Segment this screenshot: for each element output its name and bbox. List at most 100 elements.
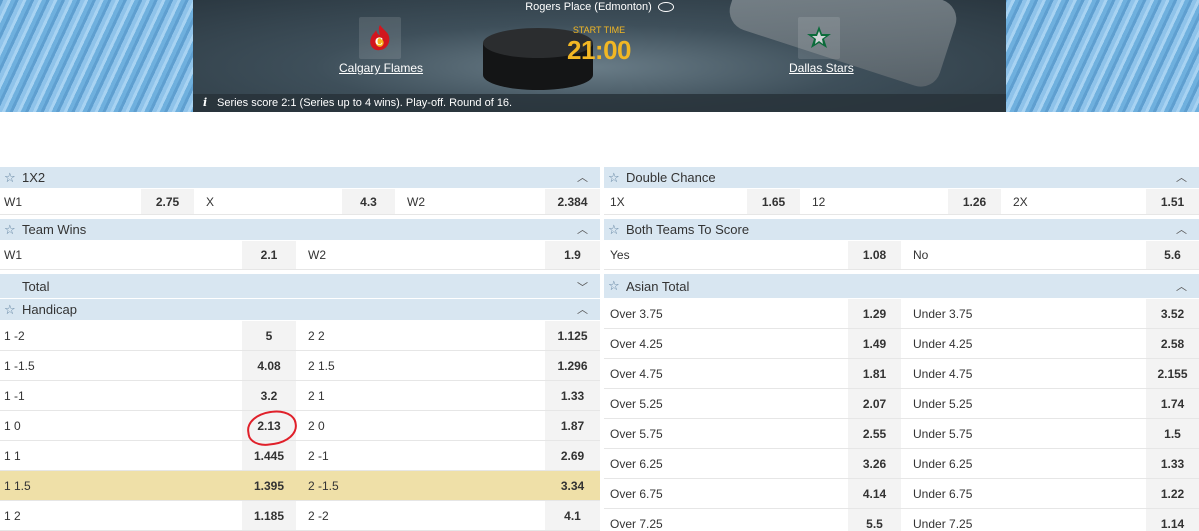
bet-label[interactable]: 2X — [1001, 189, 1146, 214]
odds-cell[interactable]: 4.1 — [545, 501, 600, 530]
bet-label[interactable]: 1 2 — [0, 501, 242, 530]
odds-cell[interactable]: 1.5 — [1146, 419, 1199, 448]
market-header-double-chance[interactable]: ☆ Double Chance ︿ — [604, 167, 1199, 189]
odds-cell[interactable]: 5 — [242, 321, 296, 350]
bet-label[interactable]: 2 1.5 — [296, 351, 545, 380]
market-header-team-wins[interactable]: ☆ Team Wins ︿ — [0, 219, 600, 241]
bet-label[interactable]: 2 1 — [296, 381, 545, 410]
away-team-name[interactable]: Dallas Stars — [789, 61, 854, 75]
odds-cell[interactable]: 1.185 — [242, 501, 296, 530]
bet-label[interactable]: Over 3.75 — [604, 299, 848, 328]
bet-label[interactable]: Under 7.25 — [901, 509, 1146, 531]
bet-label[interactable]: 1 1 — [0, 441, 242, 470]
bet-label[interactable]: Under 3.75 — [901, 299, 1146, 328]
odds-cell[interactable]: 4.08 — [242, 351, 296, 380]
odds-cell[interactable]: 1.51 — [1146, 189, 1199, 214]
market-header-total[interactable]: Total ﹀ — [0, 274, 600, 299]
odds-cell[interactable]: 1.08 — [848, 241, 901, 269]
star-icon[interactable]: ☆ — [608, 170, 620, 186]
odds-cell[interactable]: 1.9 — [545, 241, 600, 269]
bet-label[interactable]: 1 1.5 — [0, 471, 242, 500]
chevron-down-icon[interactable]: ﹀ — [577, 279, 588, 295]
odds-cell[interactable]: 1.87 — [545, 411, 600, 440]
odds-cell[interactable]: 1.49 — [848, 329, 901, 358]
bet-label[interactable]: Over 5.25 — [604, 389, 848, 418]
bet-label[interactable]: Over 4.25 — [604, 329, 848, 358]
bet-label[interactable]: Yes — [604, 241, 848, 269]
bet-label[interactable]: No — [901, 241, 1146, 269]
market-header-handicap[interactable]: ☆ Handicap ︿ — [0, 299, 600, 321]
chevron-up-icon[interactable]: ︿ — [577, 169, 588, 185]
chevron-up-icon[interactable]: ︿ — [1176, 278, 1187, 294]
star-icon[interactable]: ☆ — [608, 222, 620, 238]
odds-cell[interactable]: 1.33 — [545, 381, 600, 410]
bet-label[interactable]: Under 5.75 — [901, 419, 1146, 448]
odds-cell[interactable]: 1.81 — [848, 359, 901, 388]
bet-label[interactable]: X — [194, 189, 342, 214]
market-header-1x2[interactable]: ☆ 1X2 ︿ — [0, 167, 600, 189]
odds-cell[interactable]: 1.14 — [1146, 509, 1199, 531]
bet-label[interactable]: Over 7.25 — [604, 509, 848, 531]
odds-cell[interactable]: 2.384 — [545, 189, 600, 214]
odds-cell[interactable]: 1.26 — [948, 189, 1001, 214]
bet-label[interactable]: 1 -2 — [0, 321, 242, 350]
odds-cell[interactable]: 2.58 — [1146, 329, 1199, 358]
odds-cell[interactable]: 2.1 — [242, 241, 296, 269]
bet-label[interactable]: W1 — [0, 189, 141, 214]
odds-cell[interactable]: 1.395 — [242, 471, 296, 500]
bet-label[interactable]: Under 5.25 — [901, 389, 1146, 418]
bet-label[interactable]: Under 4.25 — [901, 329, 1146, 358]
bet-label[interactable]: 1X — [604, 189, 747, 214]
star-icon[interactable]: ☆ — [4, 170, 16, 186]
odds-cell[interactable]: 3.26 — [848, 449, 901, 478]
chevron-up-icon[interactable]: ︿ — [577, 221, 588, 237]
bet-label[interactable]: W2 — [296, 241, 545, 269]
bet-label[interactable]: Over 6.75 — [604, 479, 848, 508]
odds-cell[interactable]: 5.6 — [1146, 241, 1199, 269]
chevron-up-icon[interactable]: ︿ — [1176, 221, 1187, 237]
market-header-both-teams-to-score[interactable]: ☆ Both Teams To Score ︿ — [604, 219, 1199, 241]
bet-label[interactable]: 12 — [800, 189, 948, 214]
bet-label[interactable]: Under 4.75 — [901, 359, 1146, 388]
bet-label[interactable]: 1 0 — [0, 411, 242, 440]
bet-label[interactable]: Over 6.25 — [604, 449, 848, 478]
star-icon[interactable]: ☆ — [608, 278, 620, 294]
odds-cell[interactable]: 2.13 — [242, 411, 296, 440]
bet-label[interactable]: 2 2 — [296, 321, 545, 350]
odds-cell[interactable]: 2.155 — [1146, 359, 1199, 388]
away-team-logo[interactable] — [798, 17, 840, 59]
odds-cell[interactable]: 1.22 — [1146, 479, 1199, 508]
odds-cell[interactable]: 1.125 — [545, 321, 600, 350]
odds-cell[interactable]: 3.52 — [1146, 299, 1199, 328]
odds-cell[interactable]: 1.33 — [1146, 449, 1199, 478]
bet-label[interactable]: 2 -1.5 — [296, 471, 545, 500]
odds-cell[interactable]: 2.55 — [848, 419, 901, 448]
home-team-logo[interactable]: C — [359, 17, 401, 59]
bet-label[interactable]: W2 — [395, 189, 545, 214]
odds-cell[interactable]: 2.69 — [545, 441, 600, 470]
chevron-up-icon[interactable]: ︿ — [577, 301, 588, 317]
odds-cell[interactable]: 1.65 — [747, 189, 800, 214]
bet-label[interactable]: 2 0 — [296, 411, 545, 440]
bet-label[interactable]: W1 — [0, 241, 242, 269]
odds-cell[interactable]: 2.75 — [141, 189, 194, 214]
odds-cell[interactable]: 1.296 — [545, 351, 600, 380]
odds-cell[interactable]: 5.5 — [848, 509, 901, 531]
bet-label[interactable]: Under 6.25 — [901, 449, 1146, 478]
bet-label[interactable]: Under 6.75 — [901, 479, 1146, 508]
odds-cell[interactable]: 4.14 — [848, 479, 901, 508]
odds-cell[interactable]: 3.34 — [545, 471, 600, 500]
bet-label[interactable]: Over 4.75 — [604, 359, 848, 388]
odds-cell[interactable]: 1.445 — [242, 441, 296, 470]
market-header-asian-total[interactable]: ☆ Asian Total ︿ — [604, 274, 1199, 299]
odds-cell[interactable]: 3.2 — [242, 381, 296, 410]
star-icon[interactable]: ☆ — [4, 302, 16, 318]
bet-label[interactable]: 2 -1 — [296, 441, 545, 470]
bet-label[interactable]: 1 -1 — [0, 381, 242, 410]
home-team-name[interactable]: Calgary Flames — [339, 61, 423, 75]
star-icon[interactable]: ☆ — [4, 222, 16, 238]
bet-label[interactable]: Over 5.75 — [604, 419, 848, 448]
chevron-up-icon[interactable]: ︿ — [1176, 169, 1187, 185]
bet-label[interactable]: 2 -2 — [296, 501, 545, 530]
odds-cell[interactable]: 4.3 — [342, 189, 395, 214]
